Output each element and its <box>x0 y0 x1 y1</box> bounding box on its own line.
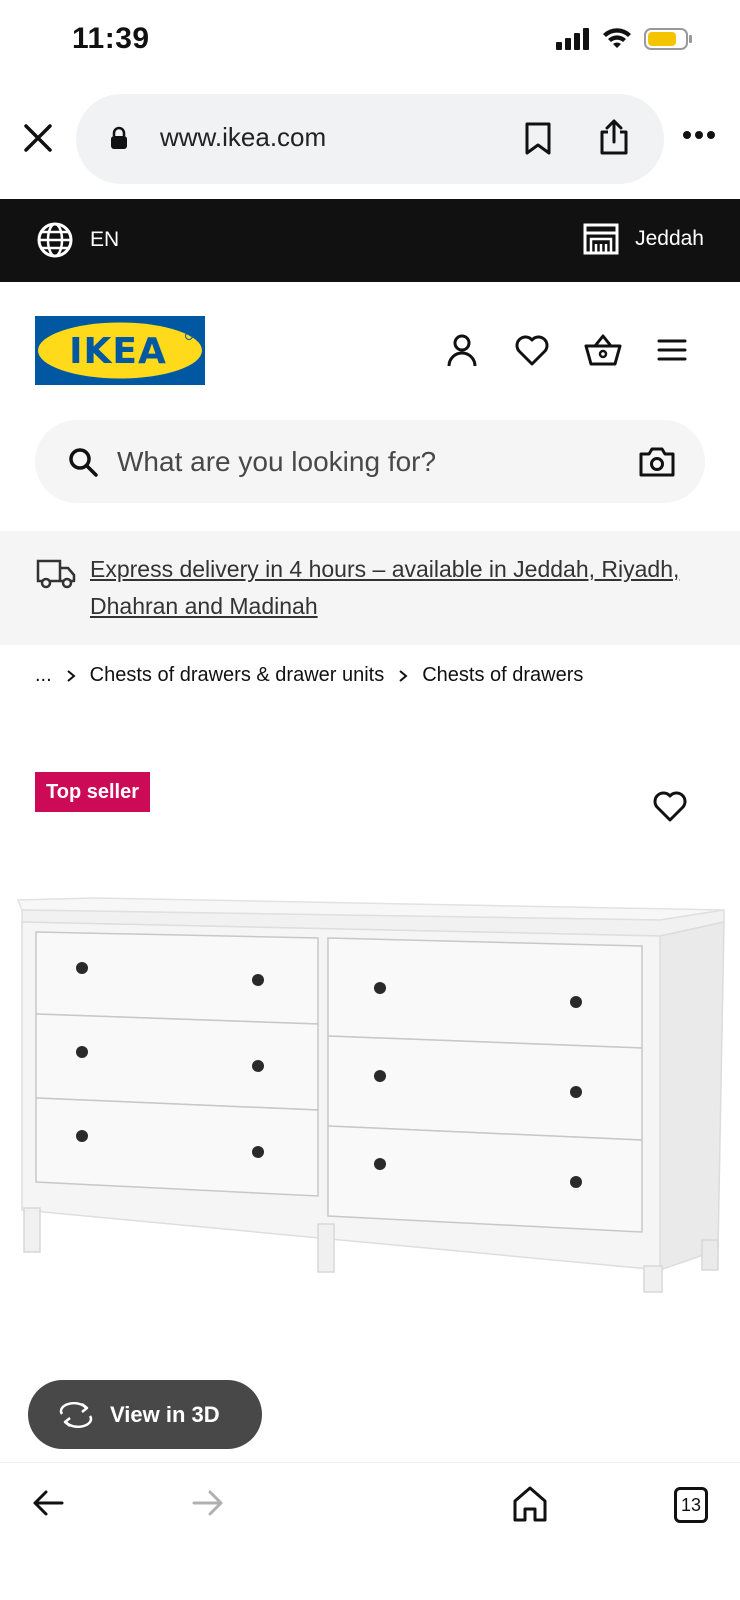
url-text: www.ikea.com <box>160 122 327 152</box>
status-time: 11:39 <box>72 22 150 55</box>
chevron-right-icon <box>67 669 76 682</box>
bookmark-icon[interactable] <box>524 122 552 156</box>
view-in-3d-label: View in 3D <box>110 1402 220 1427</box>
battery-icon <box>644 28 692 50</box>
browser-bottom-bar: 13 <box>0 1462 740 1600</box>
truck-icon <box>36 559 76 589</box>
address-bar[interactable]: www.ikea.com <box>76 94 664 184</box>
close-icon[interactable] <box>20 120 56 156</box>
ikea-logo[interactable]: IKEA <box>35 316 205 385</box>
status-bar: 11:39 <box>0 0 740 88</box>
browser-bar: www.ikea.com <box>0 94 740 186</box>
delivery-link[interactable]: Express delivery in 4 hours – available … <box>90 551 700 625</box>
product-image[interactable] <box>0 870 740 1340</box>
top-strip: EN Jeddah <box>0 199 740 282</box>
status-icons <box>556 28 692 50</box>
search-bar[interactable]: What are you looking for? <box>35 420 705 503</box>
camera-icon[interactable] <box>639 446 675 478</box>
favourites-icon[interactable] <box>514 332 550 368</box>
share-icon[interactable] <box>598 118 630 156</box>
globe-icon <box>37 222 73 258</box>
tabs-count-button[interactable]: 13 <box>674 1487 708 1523</box>
basket-icon[interactable] <box>584 332 622 368</box>
forward-arrow-icon[interactable] <box>192 1489 224 1517</box>
chevron-right-icon <box>399 669 408 682</box>
top-seller-badge: Top seller <box>35 772 150 812</box>
language-label: EN <box>90 228 120 251</box>
lock-icon <box>111 126 127 149</box>
store-selector[interactable]: Jeddah <box>583 223 704 255</box>
header-actions <box>444 332 690 368</box>
breadcrumb-item[interactable]: Chests of drawers <box>422 664 583 687</box>
store-label: Jeddah <box>635 227 704 250</box>
language-selector[interactable]: EN <box>36 221 119 259</box>
add-to-favourites-icon[interactable] <box>652 788 688 824</box>
breadcrumb-item[interactable]: Chests of drawers & drawer units <box>90 664 385 687</box>
site-header: IKEA <box>0 316 740 386</box>
rotate-3d-icon <box>59 1402 93 1428</box>
delivery-banner: Express delivery in 4 hours – available … <box>0 531 740 645</box>
store-icon <box>583 223 619 255</box>
home-icon[interactable] <box>512 1485 548 1523</box>
profile-icon[interactable] <box>444 332 480 368</box>
menu-icon[interactable] <box>654 332 690 368</box>
breadcrumb: ... Chests of drawers & drawer units Che… <box>35 664 583 687</box>
view-in-3d-button[interactable]: View in 3D <box>28 1380 262 1449</box>
wifi-icon <box>603 28 631 48</box>
more-options-icon[interactable] <box>682 130 716 140</box>
breadcrumb-ellipsis[interactable]: ... <box>35 664 52 687</box>
search-icon <box>69 448 98 477</box>
back-arrow-icon[interactable] <box>32 1489 64 1517</box>
signal-icon <box>556 28 589 50</box>
svg-text:IKEA: IKEA <box>69 331 167 372</box>
search-input[interactable]: What are you looking for? <box>117 446 436 478</box>
